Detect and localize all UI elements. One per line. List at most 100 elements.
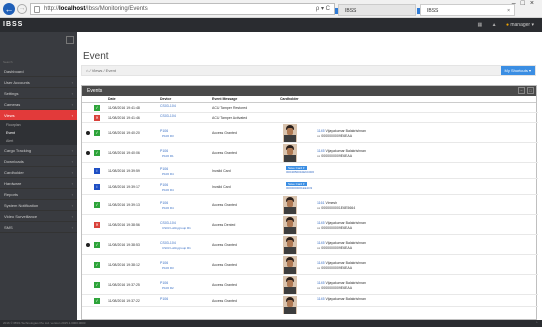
table-row[interactable]: ✕ 11/08/2016 19:41:46 CS03-104 ACU Tamper A… [82,113,538,123]
sidebar-item-sms[interactable]: SMS ‹ [0,222,77,233]
event-device-link[interactable]: P106 [160,167,168,171]
address-controls[interactable]: ρ ▾ C [316,4,330,14]
sidebar-subitem-event[interactable]: Event [0,129,77,137]
sidebar-item-label: Video Surveillance [4,214,38,219]
table-row[interactable]: ✓ 11/08/2016 19:39:13 P106 P106 R4 Access Gr… [82,195,538,215]
search-placeholder[interactable]: Search [3,60,13,64]
window-controls[interactable]: –□× [512,0,539,7]
card-number-text: 0000000009E6EAA [321,154,353,158]
page-title: Event [83,51,109,62]
cardholder-name: Vijayakumar Balakrishnan [325,297,366,301]
cardholder-id-link[interactable]: 1145 [317,297,325,301]
table-row[interactable]: ✓ 11/08/2016 19:38:12 P106 P106 R3 Access Gr… [82,255,538,275]
cardholder-id-link[interactable]: 1145 [317,149,325,153]
sidebar-item-cargo-tracking[interactable]: Cargo Tracking ‹ [0,145,77,156]
sidebar-toggle-icon[interactable] [66,36,74,44]
event-device-link[interactable]: P106 [160,297,168,301]
table-row[interactable]: ✓ 11/08/2016 19:41:48 CS03-104 ACU Tamper R… [82,103,538,113]
grid-icon[interactable]: ▦ [477,22,482,28]
cardholder-id-link[interactable]: 1145 [317,261,325,265]
event-device-sub[interactable]: P106 R4 [162,206,174,210]
address-bar[interactable]: http://localhost/Ibss/Monitoring/Events … [30,3,335,15]
browser-tab-2[interactable]: IBSS × [417,4,515,17]
table-row[interactable]: ✓ 11/08/2016 19:38:53 CS03-104 CS03 Lobbygr… [82,235,538,255]
col-message[interactable]: Event Message [212,97,237,101]
col-cardholder[interactable]: Cardholder [280,97,299,101]
cardholder-id-link[interactable]: 1145 [317,221,325,225]
save-card-popup[interactable]: Save Card ▾ 0004FB0010E6C006 [286,166,314,174]
event-device-link[interactable]: CS03-104 [160,241,176,245]
collapse-icon[interactable]: − [518,87,525,94]
my-shortcuts-button[interactable]: My Shortcuts ▾ [500,66,535,75]
sidebar-item-dashboard[interactable]: Dashboard [0,66,77,77]
sidebar-subitem-floorplan[interactable]: Floorplan [0,121,77,129]
card-number-link[interactable]: 0004FB0010E6C006 [286,170,314,174]
table-row[interactable]: ✓ 11/08/2016 19:37:22 P106 Access Granted 11… [82,295,538,314]
sidebar-subitem-alert[interactable]: Alert [0,137,77,145]
breadcrumb-text[interactable]: ⌂ / Views / Event [86,68,116,73]
table-row[interactable]: ✓ 11/08/2016 19:40:20 P106 P106 R3 Access Gr… [82,123,538,143]
event-device-sub[interactable]: P106 R4 [162,188,174,192]
sidebar-item-downloads[interactable]: Downloads ‹ [0,156,77,167]
table-row[interactable]: i 11/08/2016 19:39:59 P106 P106 R4 Invalid C… [82,163,538,179]
event-message: Access Denied [212,223,236,227]
cardholder-id-link[interactable]: 1145 [317,281,325,285]
card-icon: ▭ [317,134,321,138]
cardholder-id-link[interactable]: 1145 [317,241,325,245]
sidebar-item-video-surveillance[interactable]: Video Surveillance ‹ [0,211,77,222]
sidebar-item-user-accounts[interactable]: User Accounts ‹ [0,77,77,88]
sidebar-item-settings[interactable]: Settings ‹ [0,88,77,99]
event-device-link[interactable]: P106 [160,129,168,133]
save-card-popup[interactable]: Save Card ▾ 0000000001EE1D3 [286,182,312,190]
sidebar-subitem-label: Event [6,131,15,135]
user-menu[interactable]: manager ▾ [510,22,534,28]
forward-button[interactable]: → [17,4,27,14]
user-avatar-icon[interactable]: ● [506,22,509,28]
close-tab-icon[interactable]: × [507,5,510,17]
event-device-link[interactable]: P106 [160,183,168,187]
event-device-link[interactable]: P106 [160,261,168,265]
sidebar-item-system-notification[interactable]: System Notification ‹ [0,200,77,211]
event-device-sub[interactable]: CS03 Lobbygroup R1 [162,226,191,230]
cardholder-id-link[interactable]: 1161 [317,201,325,205]
event-message: Access Granted [212,151,237,155]
card-number: ▭ 0000000001E6E5664 [317,206,355,210]
event-device-sub[interactable]: P106 R3 [162,266,174,270]
cardholder-id-link[interactable]: 1145 [317,129,325,133]
event-device-link[interactable]: P106 [160,201,168,205]
event-device-link[interactable]: CS03-104 [160,221,176,225]
event-device-sub[interactable]: CS03 Lobbygroup R1 [162,246,191,250]
sidebar-item-hardware[interactable]: Hardware ‹ [0,178,77,189]
card-number-link[interactable]: 0000000001EE1D3 [286,186,312,190]
event-device-sub[interactable]: P106 R3 [162,134,174,138]
event-device-sub[interactable]: P106 R2 [162,286,174,290]
browser-tab-1[interactable]: IBSS [335,4,416,16]
warning-icon[interactable]: ▲ [492,22,497,28]
col-device[interactable]: Device [160,97,171,101]
chevron-icon: ‹ [71,170,73,175]
event-device-link[interactable]: CS03-104 [160,114,176,118]
sidebar-item-cameras[interactable]: Cameras ‹ [0,99,77,110]
back-button[interactable]: ← [3,3,15,15]
col-date[interactable]: Date [108,97,116,101]
sidebar-item-cardholder[interactable]: Cardholder ‹ [0,167,77,178]
table-row[interactable]: ✕ 11/08/2016 19:38:56 CS03-104 CS03 Lobbygr… [82,215,538,235]
event-device-link[interactable]: P106 [160,149,168,153]
sidebar-item-views[interactable]: Views ‹ [0,110,77,121]
event-device-sub[interactable]: P106 R4 [162,172,174,176]
sidebar-item-reports[interactable]: Reports ‹ [0,189,77,200]
event-message: Access Granted [212,299,237,303]
scroll-top-icon[interactable]: ⌃ [535,320,538,327]
table-row[interactable]: ✓ 11/08/2016 19:37:25 P106 P106 R2 Access Gr… [82,275,538,295]
table-row[interactable]: ✓ 11/08/2016 19:40:06 P106 P106 R1 Access Gr… [82,143,538,163]
event-device-link[interactable]: P106 [160,281,168,285]
fullscreen-icon[interactable]: □ [527,87,534,94]
event-device-link[interactable]: CS03-104 [160,104,176,108]
event-device-sub[interactable]: P106 R1 [162,154,174,158]
cardholder-name: Vimesh [325,201,338,205]
panel-title: Events [87,88,103,94]
card-icon: ▭ [317,206,321,210]
event-message: Invalid Card [212,185,231,189]
cardholder-photo [283,256,297,274]
table-row[interactable]: i 11/08/2016 19:39:17 P106 P106 R4 Invalid C… [82,179,538,195]
